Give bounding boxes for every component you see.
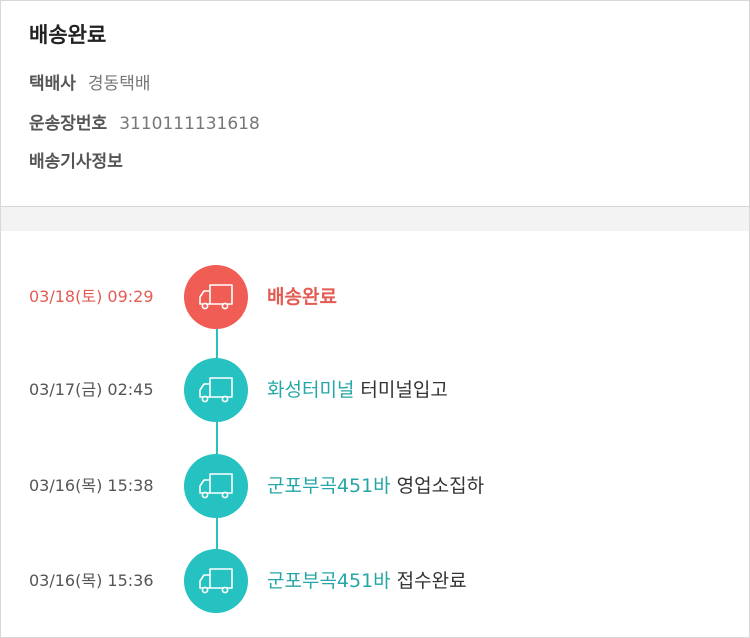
truck-icon [199, 284, 233, 310]
timeline-event: 03/16(목) 15:38 군포부곡451바 영업소집하 [1, 454, 749, 518]
timeline-event: 03/16(목) 15:36 군포부곡451바 접수완료 [1, 549, 749, 613]
event-time: 03/16(목) 15:38 [29, 476, 154, 495]
event-action: 접수완료 [396, 570, 467, 592]
tracking-number-label: 운송장번호 [29, 114, 108, 134]
shipment-info-section: 배송완료 택배사 경동택배 운송장번호 3110111131618 배송기사정보 [1, 1, 749, 206]
event-time: 03/16(목) 15:36 [29, 571, 154, 590]
event-location: 군포부곡451바 [267, 475, 391, 497]
event-marker [184, 454, 248, 518]
timeline-event: 03/18(토) 09:29 배송완료 [1, 265, 749, 329]
truck-icon [199, 473, 233, 499]
event-description: 화성터미널 터미널입고 [267, 358, 448, 422]
driver-info-row[interactable]: 배송기사정보 [29, 147, 123, 172]
driver-info-label[interactable]: 배송기사정보 [29, 152, 123, 172]
courier-row: 택배사 경동택배 [29, 69, 150, 94]
event-description: 배송완료 [267, 265, 337, 329]
event-location: 군포부곡451바 [267, 570, 391, 592]
truck-icon [199, 377, 233, 403]
delivery-status-title: 배송완료 [29, 23, 107, 47]
event-marker [184, 549, 248, 613]
event-action: 터미널입고 [360, 379, 448, 401]
delivery-tracking-panel: 배송완료 택배사 경동택배 운송장번호 3110111131618 배송기사정보 0… [0, 0, 750, 638]
timeline-event: 03/17(금) 02:45 화성터미널 터미널입고 [1, 358, 749, 422]
tracking-number-value: 3110111131618 [119, 114, 260, 134]
event-time: 03/17(금) 02:45 [29, 380, 154, 399]
event-time: 03/18(토) 09:29 [29, 287, 154, 306]
event-action: 영업소집하 [396, 475, 485, 497]
event-location: 배송완료 [267, 286, 337, 308]
courier-label: 택배사 [29, 74, 76, 94]
event-marker [184, 358, 248, 422]
event-description: 군포부곡451바 영업소집하 [267, 454, 484, 518]
courier-value: 경동택배 [87, 74, 151, 94]
tracking-number-row: 운송장번호 3110111131618 [29, 109, 260, 134]
event-description: 군포부곡451바 접수완료 [267, 549, 467, 613]
event-marker [184, 265, 248, 329]
truck-icon [199, 568, 233, 594]
event-location: 화성터미널 [267, 379, 355, 401]
timeline-connector-line [216, 297, 218, 581]
section-divider [1, 206, 749, 231]
